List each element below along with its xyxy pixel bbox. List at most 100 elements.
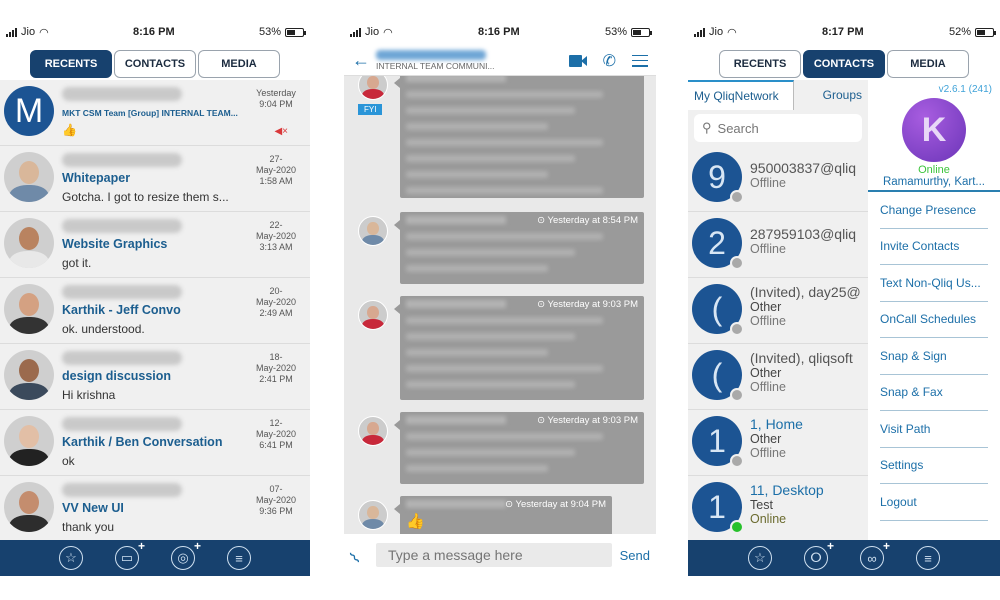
contact-name-blurred [62,351,182,365]
subtab-groups[interactable]: Groups [794,80,868,110]
tab-media[interactable]: MEDIA [887,50,969,78]
subtab-my-qliqnetwork[interactable]: My QliqNetwork [688,80,794,110]
app-version: v2.6.1 (241) [938,84,992,95]
contact-status: Offline [750,380,786,394]
recent-conversation-row[interactable]: Karthik - Jeff Convo ok. understood. 20-… [0,278,310,344]
drawer-menu-item-visit-path[interactable]: Visit Path [880,411,988,448]
drawer-menu-item-settings[interactable]: Settings [880,448,988,484]
sender-name-blurred [406,416,506,424]
add-contact-icon[interactable]: ⵔ + [804,539,834,570]
phone-call-icon[interactable]: ✆ [603,51,616,71]
contact-row[interactable]: 2 287959103@qliq Offline [688,212,868,278]
date-line: 27- [269,154,283,164]
tab-contacts[interactable]: CONTACTS [803,50,885,78]
recent-conversation-row[interactable]: design discussion Hi krishna 18- May-2020… [0,344,310,410]
add-group-icon[interactable]: ∞ + [860,539,890,570]
contact-row[interactable]: ( (Invited), qliqsoft Other Offline [688,344,868,410]
contact-subtabs: My QliqNetwork Groups [688,80,868,110]
contact-name-blurred [62,285,182,299]
hamburger-menu-icon[interactable] [632,54,648,67]
message-preview: 👍 [62,123,77,137]
send-button[interactable]: Send [620,548,650,563]
user-avatar[interactable]: K [902,98,966,162]
timestamp-text: Yesterday at 9:03 PM [547,415,638,426]
message-preview: thank you [62,520,115,534]
timestamp: 20- May-2020 2:49 AM [248,282,304,343]
date-line: 2:49 AM [259,308,293,318]
video-call-icon[interactable] [568,54,587,67]
drawer-menu-item-text-non-qliq-us[interactable]: Text Non-Qliq Us... [880,265,988,302]
menu-icon[interactable]: ≡ [916,546,940,570]
conversation-subject: VV New UI [62,501,124,515]
message-thread[interactable]: FYI ⊙ Yesterday at 8:54 PM ⊙ Yesterday a… [344,76,656,534]
recent-conversation-row[interactable]: Karthik / Ben Conversation ok 12- May-202… [0,410,310,476]
message-text-blurred [406,91,604,98]
date-line: May-2020 [255,363,297,373]
favorites-star-icon[interactable]: ☆ [59,546,83,570]
timestamp-text: Yesterday at 8:54 PM [547,215,638,226]
tab-recents[interactable]: RECENTS [30,50,112,78]
new-chat-icon[interactable]: ▭ + [115,539,145,570]
message-preview: ok. understood. [62,322,145,336]
chat-message[interactable]: ⊙ Yesterday at 9:04 PM 👍 [358,496,612,534]
chat-message[interactable]: ⊙ Yesterday at 9:03 PM [358,296,644,400]
date-line: May-2020 [255,297,297,307]
contact-avatar: 9 [692,152,744,204]
drawer-menu-item-oncall-schedules[interactable]: OnCall Schedules [880,302,988,338]
contacts-screen: Jio ◠ 8:17 PM 52% RECENTS CONTACTS MEDIA… [688,18,1000,576]
contact-row[interactable]: 9 950003837@qliq Offline [688,146,868,212]
recent-conversation-row[interactable]: VV New UI thank you 07- May-2020 9:36 PM [0,476,310,542]
date-line: May-2020 [255,495,297,505]
contacts-list: 9 950003837@qliq Offline 2 287959103@qli… [688,146,868,542]
recent-conversation-row[interactable]: Whitepaper Gotcha. I got to resize them … [0,146,310,212]
contact-avatar: 1 [692,482,744,534]
recent-conversation-row[interactable]: Website Graphics got it. 22- May-2020 3:13… [0,212,310,278]
message-timestamp: ⊙ Yesterday at 9:03 PM [537,415,638,426]
back-arrow-icon[interactable]: ← [352,50,372,71]
thumbs-up-emoji: 👍 [406,513,425,530]
chat-message[interactable]: FYI [358,76,644,198]
tab-recents[interactable]: RECENTS [719,50,801,78]
message-preview: ok [62,454,75,468]
contact-name-blurred [62,153,182,167]
contact-row[interactable]: ( (Invited), day25@ Other Offline [688,278,868,344]
drawer-menu-item-change-presence[interactable]: Change Presence [880,192,988,229]
contact-row[interactable]: 1 1, Home Other Offline [688,410,868,476]
sender-avatar [358,500,388,530]
conversation-subject: Karthik - Jeff Convo [62,303,181,317]
favorites-star-icon[interactable]: ☆ [748,546,772,570]
drawer-menu-item-invite-contacts[interactable]: Invite Contacts [880,229,988,265]
recent-conversation-row[interactable]: M MKT CSM Team [Group] INTERNAL TEAM... … [0,80,310,146]
menu-icon[interactable]: ≡ [227,546,251,570]
drawer-menu-item-snap-fax[interactable]: Snap & Fax [880,375,988,411]
bottom-tab-bar: ☆ ▭ + ◎ + ≡ [0,539,310,576]
contact-row[interactable]: 1 11, Desktop Test Online [688,476,868,542]
timestamp: 12- May-2020 6:41 PM [248,414,304,475]
sender-avatar [358,300,388,330]
status-bar: Jio ◠ 8:16 PM 53% [0,18,310,46]
conversation-subject: MKT CSM Team [Group] INTERNAL TEAM... [62,108,238,118]
tab-contacts[interactable]: CONTACTS [114,50,196,78]
new-media-camera-icon[interactable]: ◎ + [171,539,201,570]
status-bar: Jio ◠ 8:16 PM 53% [344,18,656,46]
chat-message[interactable]: ⊙ Yesterday at 8:54 PM [358,212,644,284]
sender-avatar [358,216,388,246]
date-line: 6:41 PM [259,440,293,450]
drawer-menu-item-logout[interactable]: Logout [880,484,988,521]
avatar-initial: 1 [708,422,726,459]
offline-status-dot-icon [730,454,744,468]
message-text-blurred [406,349,548,356]
date-line: 2:41 PM [259,374,293,384]
carrier: Jio [21,26,36,38]
tab-media[interactable]: MEDIA [198,50,280,78]
search-input[interactable]: ⚲ Search [694,114,862,142]
attach-paperclip-icon[interactable]: ⌇ [346,542,373,569]
muted-speaker-icon: ◀× [274,126,288,137]
chat-message[interactable]: ⊙ Yesterday at 9:03 PM [358,412,644,484]
message-text-blurred [406,449,576,456]
drawer-menu-item-snap-sign[interactable]: Snap & Sign [880,338,988,375]
timestamp: 18- May-2020 2:41 PM [248,348,304,409]
signal-icon [350,27,361,37]
message-input[interactable] [376,543,612,567]
sender-avatar [358,76,388,100]
